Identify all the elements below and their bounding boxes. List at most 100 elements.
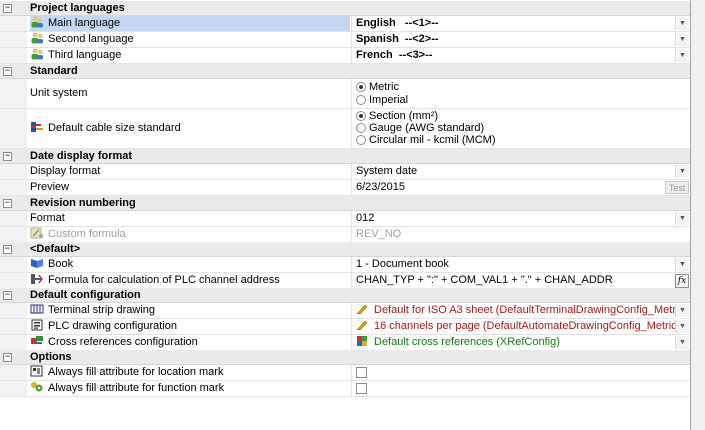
radio-metric[interactable]: Metric xyxy=(356,81,399,94)
dropdown-arrow-icon[interactable]: ▼ xyxy=(675,336,689,349)
dropdown-arrow-icon[interactable]: ▼ xyxy=(675,33,689,46)
plc-formula-value[interactable]: CHAN_TYP + ":" + COM_VAL1 + "." + CHAN_A… xyxy=(356,273,613,288)
function-mark-label: Always fill attribute for function mark xyxy=(30,381,350,396)
format-value[interactable]: 012 xyxy=(356,211,374,226)
location-mark-checkbox[interactable] xyxy=(356,367,367,378)
collapse-icon[interactable]: − xyxy=(3,245,12,254)
section-project-languages[interactable]: − Project languages xyxy=(0,1,690,16)
row-main-language[interactable]: Main language English --<1>-- ▼ xyxy=(0,16,690,32)
people-icon xyxy=(31,32,43,44)
radio-circular-mil[interactable]: Circular mil - kcmil (MCM) xyxy=(356,134,495,147)
collapse-icon[interactable]: − xyxy=(3,353,12,362)
main-language-label[interactable]: Main language xyxy=(30,16,350,31)
dropdown-arrow-icon[interactable]: ▼ xyxy=(675,258,689,271)
radio-button[interactable] xyxy=(356,95,366,105)
third-language-label[interactable]: Third language xyxy=(30,48,350,63)
label-text: Always fill attribute for location mark xyxy=(48,366,224,378)
row-third-language[interactable]: Third language French --<3>-- ▼ xyxy=(0,48,690,64)
row-gutter xyxy=(0,164,27,179)
row-location-mark[interactable]: Always fill attribute for location mark xyxy=(0,365,690,381)
column-divider xyxy=(351,335,352,350)
location-mark-label: Always fill attribute for location mark xyxy=(30,365,350,380)
preview-label: Preview xyxy=(30,181,70,193)
book-value[interactable]: 1 - Document book xyxy=(356,257,449,272)
label-text: Book xyxy=(48,258,74,270)
row-gutter xyxy=(0,32,27,47)
dropdown-arrow-icon[interactable]: ▼ xyxy=(675,17,689,30)
row-gutter xyxy=(0,257,27,272)
dropdown-arrow-icon[interactable]: ▼ xyxy=(675,304,689,317)
row-display-format[interactable]: Display format System date ▼ xyxy=(0,164,690,180)
column-divider xyxy=(351,164,352,179)
second-language-value[interactable]: Spanish --<2>-- xyxy=(356,32,439,47)
row-preview[interactable]: Preview 6/23/2015 Test xyxy=(0,180,690,196)
dropdown-arrow-icon[interactable]: ▼ xyxy=(675,212,689,225)
section-title: Standard xyxy=(30,65,78,77)
label-text: PLC drawing configuration xyxy=(48,320,178,332)
second-language-label[interactable]: Second language xyxy=(30,32,350,47)
section-date-display-format[interactable]: − Date display format xyxy=(0,149,690,164)
collapse-icon[interactable]: − xyxy=(3,67,12,76)
third-language-value[interactable]: French --<3>-- xyxy=(356,48,432,63)
row-gutter xyxy=(0,335,27,350)
collapse-icon[interactable]: − xyxy=(3,152,12,161)
test-button[interactable]: Test xyxy=(665,181,689,194)
vertical-scrollbar[interactable] xyxy=(691,0,705,430)
preview-value: 6/23/2015 xyxy=(356,181,405,193)
main-language-value[interactable]: English --<1>-- xyxy=(356,16,439,31)
cross-references-value[interactable]: Default cross references (XRefConfig) xyxy=(356,335,560,350)
function-mark-checkbox[interactable] xyxy=(356,383,367,394)
collapse-icon[interactable]: − xyxy=(3,4,12,13)
row-book[interactable]: Book 1 - Document book ▼ xyxy=(0,257,690,273)
radio-button[interactable] xyxy=(356,123,366,133)
column-divider xyxy=(351,180,352,195)
dropdown-arrow-icon[interactable]: ▼ xyxy=(675,165,689,178)
row-function-mark[interactable]: Always fill attribute for function mark xyxy=(0,381,690,397)
row-format[interactable]: Format 012 ▼ xyxy=(0,211,690,227)
row-terminal-strip[interactable]: Terminal strip drawing Default for ISO A… xyxy=(0,303,690,319)
row-gutter xyxy=(0,48,27,63)
plc-drawing-icon xyxy=(31,319,43,331)
radio-imperial[interactable]: Imperial xyxy=(356,94,408,107)
section-standard[interactable]: − Standard xyxy=(0,64,690,79)
collapse-icon[interactable]: − xyxy=(3,199,12,208)
row-gutter xyxy=(0,16,27,31)
row-unit-system[interactable]: Unit system Metric Imperial xyxy=(0,79,690,109)
radio-label: Metric xyxy=(369,81,399,93)
row-plc-formula[interactable]: Formula for calculation of PLC channel a… xyxy=(0,273,690,289)
function-mark-icon xyxy=(31,382,43,392)
display-format-value[interactable]: System date xyxy=(356,164,417,179)
terminal-strip-value[interactable]: Default for ISO A3 sheet (DefaultTermina… xyxy=(356,303,688,318)
section-default-configuration[interactable]: − Default configuration xyxy=(0,288,690,303)
label-text: Second language xyxy=(48,33,134,45)
section-options[interactable]: − Options xyxy=(0,350,690,365)
book-icon xyxy=(31,259,43,268)
column-divider xyxy=(351,381,352,396)
plc-drawing-label: PLC drawing configuration xyxy=(30,319,350,334)
radio-button-checked[interactable] xyxy=(356,82,366,92)
label-text: Cross references configuration xyxy=(48,336,198,348)
radio-button[interactable] xyxy=(356,135,366,145)
row-plc-drawing[interactable]: PLC drawing configuration 16 channels pe… xyxy=(0,319,690,335)
label-text: Custom formula xyxy=(48,228,126,240)
dropdown-arrow-icon[interactable]: ▼ xyxy=(675,320,689,333)
plc-drawing-value[interactable]: 16 channels per page (DefaultAutomateDra… xyxy=(356,319,680,334)
collapse-icon[interactable]: − xyxy=(3,291,12,300)
row-cable-size-standard[interactable]: Default cable size standard Section (mm²… xyxy=(0,109,690,149)
column-divider xyxy=(351,16,352,31)
cable-size-label: Default cable size standard xyxy=(30,121,350,136)
section-default[interactable]: − <Default> xyxy=(0,242,690,257)
formula-editor-button[interactable]: fx xyxy=(675,274,689,288)
row-second-language[interactable]: Second language Spanish --<2>-- ▼ xyxy=(0,32,690,48)
radio-label: Circular mil - kcmil (MCM) xyxy=(369,134,496,146)
cross-reference-config-icon xyxy=(357,336,367,346)
row-gutter xyxy=(0,211,27,226)
column-divider xyxy=(351,227,352,242)
row-cross-references[interactable]: Cross references configuration Default c… xyxy=(0,335,690,351)
formula-icon xyxy=(30,227,43,239)
section-revision-numbering[interactable]: − Revision numbering xyxy=(0,196,690,211)
dropdown-arrow-icon[interactable]: ▼ xyxy=(675,49,689,62)
value-text: 16 channels per page (DefaultAutomateDra… xyxy=(374,320,681,332)
value-text: Default cross references (XRefConfig) xyxy=(374,336,560,348)
radio-button-checked[interactable] xyxy=(356,111,366,121)
